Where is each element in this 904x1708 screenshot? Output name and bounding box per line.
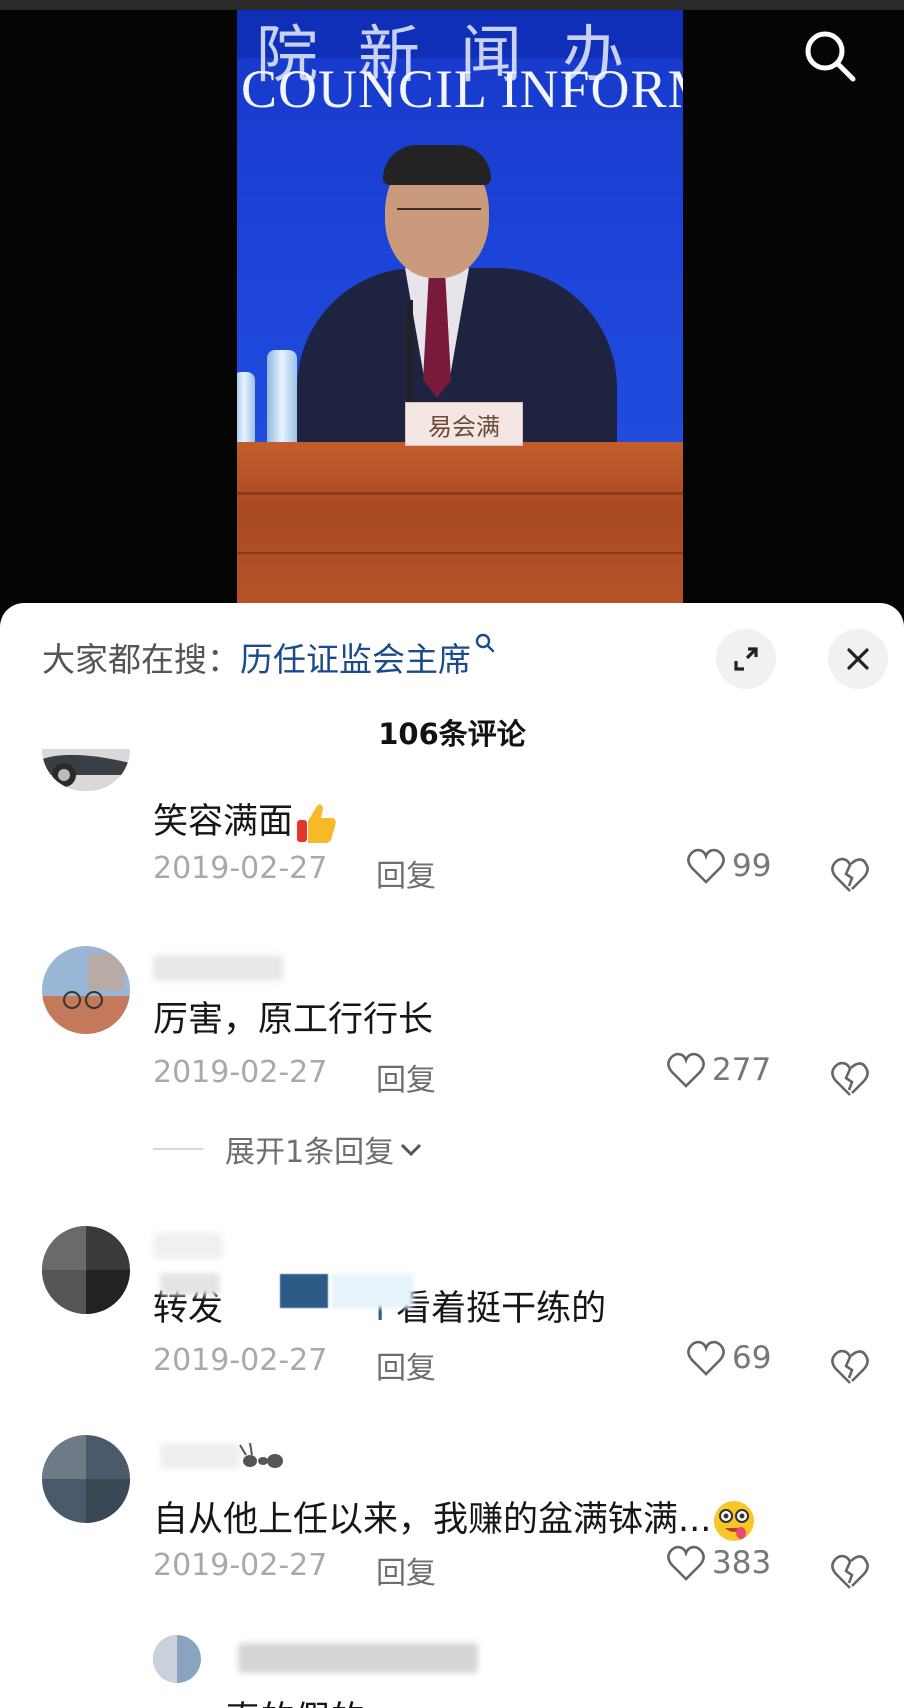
like-button[interactable]: 69 bbox=[686, 1339, 771, 1377]
search-button[interactable] bbox=[800, 26, 860, 86]
like-count: 99 bbox=[732, 848, 772, 884]
comment-count-title: 106条评论 bbox=[378, 717, 526, 751]
podium bbox=[237, 442, 683, 610]
reply-text: 真的假的 bbox=[225, 1691, 365, 1708]
username-blurred[interactable] bbox=[153, 1233, 223, 1259]
heart-icon bbox=[687, 848, 725, 884]
avatar[interactable] bbox=[42, 946, 130, 1034]
comment-text: 自从他上任以来，我赚的盆满钵满... bbox=[153, 1491, 757, 1544]
avatar[interactable] bbox=[153, 1635, 201, 1683]
broken-heart-icon[interactable] bbox=[830, 855, 870, 895]
avatar[interactable] bbox=[42, 749, 130, 791]
redacted-blur bbox=[160, 1273, 220, 1295]
hot-search-label: 大家都在搜： bbox=[42, 640, 240, 679]
username-blurred[interactable] bbox=[238, 1643, 478, 1673]
like-button[interactable]: 383 bbox=[666, 1544, 771, 1582]
like-count: 69 bbox=[732, 1340, 772, 1376]
comment-sheet: 大家都在搜：历任证监会主席 106条评论 笑容满面 2019-02-27 回复 bbox=[0, 603, 904, 1708]
small-search-icon bbox=[475, 633, 495, 653]
heart-icon bbox=[687, 1340, 725, 1376]
avatar[interactable] bbox=[42, 1435, 130, 1523]
reply-button[interactable]: 回复 bbox=[376, 1055, 436, 1099]
water-bottle bbox=[267, 350, 297, 445]
expand-fullscreen-button[interactable] bbox=[716, 629, 776, 689]
comment-date: 2019-02-27 bbox=[153, 851, 328, 886]
close-icon bbox=[847, 648, 869, 670]
heart-icon bbox=[667, 1052, 705, 1088]
comment-date: 2019-02-27 bbox=[153, 1055, 328, 1090]
broken-heart-icon[interactable] bbox=[830, 1552, 870, 1592]
video-banner-text: COUNCIL INFORMAT bbox=[241, 59, 683, 119]
microphone bbox=[407, 300, 413, 410]
mention-redacted bbox=[280, 1274, 328, 1308]
comment-date: 2019-02-27 bbox=[153, 1548, 328, 1583]
hot-search-bar[interactable]: 大家都在搜：历任证监会主席 bbox=[42, 633, 495, 681]
comment-text: 转发 l 看着挺干练的 bbox=[153, 1274, 606, 1331]
water-bottle bbox=[237, 372, 255, 447]
chevron-down-icon bbox=[401, 1143, 422, 1157]
ant-icon bbox=[239, 1442, 283, 1468]
mention-redacted bbox=[331, 1274, 413, 1308]
reply-button[interactable]: 回复 bbox=[376, 1548, 436, 1592]
broken-heart-icon[interactable] bbox=[830, 1347, 870, 1387]
username-blurred[interactable] bbox=[160, 1443, 240, 1469]
divider bbox=[153, 1148, 203, 1150]
avatar[interactable] bbox=[42, 1226, 130, 1314]
drooling-face-emoji-icon bbox=[714, 1501, 755, 1541]
like-button[interactable]: 99 bbox=[686, 847, 771, 885]
search-icon bbox=[805, 31, 856, 82]
reply-button[interactable]: 回复 bbox=[376, 1343, 436, 1387]
comment-text: 笑容满面 bbox=[153, 793, 339, 846]
comment-text: 厉害，原工行行长 bbox=[153, 1000, 434, 1040]
like-button[interactable]: 277 bbox=[666, 1051, 771, 1089]
nameplate: 易会满 bbox=[405, 402, 523, 446]
video-player[interactable]: 院新闻办 COUNCIL INFORMAT 易会满 bbox=[0, 0, 904, 610]
reply-button[interactable]: 回复 bbox=[376, 851, 436, 895]
close-button[interactable] bbox=[828, 629, 888, 689]
video-frame[interactable]: 院新闻办 COUNCIL INFORMAT 易会满 bbox=[237, 10, 683, 610]
heart-icon bbox=[667, 1545, 705, 1581]
thumbs-up-emoji-icon bbox=[297, 804, 336, 843]
status-bar bbox=[0, 0, 904, 10]
comment-date: 2019-02-27 bbox=[153, 1343, 328, 1378]
like-count: 383 bbox=[712, 1545, 772, 1581]
expand-replies-label: 展开1条回复 bbox=[225, 1135, 395, 1170]
username-blurred[interactable] bbox=[153, 955, 283, 981]
like-count: 277 bbox=[712, 1052, 772, 1088]
expand-icon bbox=[734, 647, 758, 671]
broken-heart-icon[interactable] bbox=[830, 1059, 870, 1099]
hot-search-keyword[interactable]: 历任证监会主席 bbox=[240, 640, 471, 679]
expand-replies-button[interactable]: 展开1条回复 bbox=[153, 1127, 424, 1171]
